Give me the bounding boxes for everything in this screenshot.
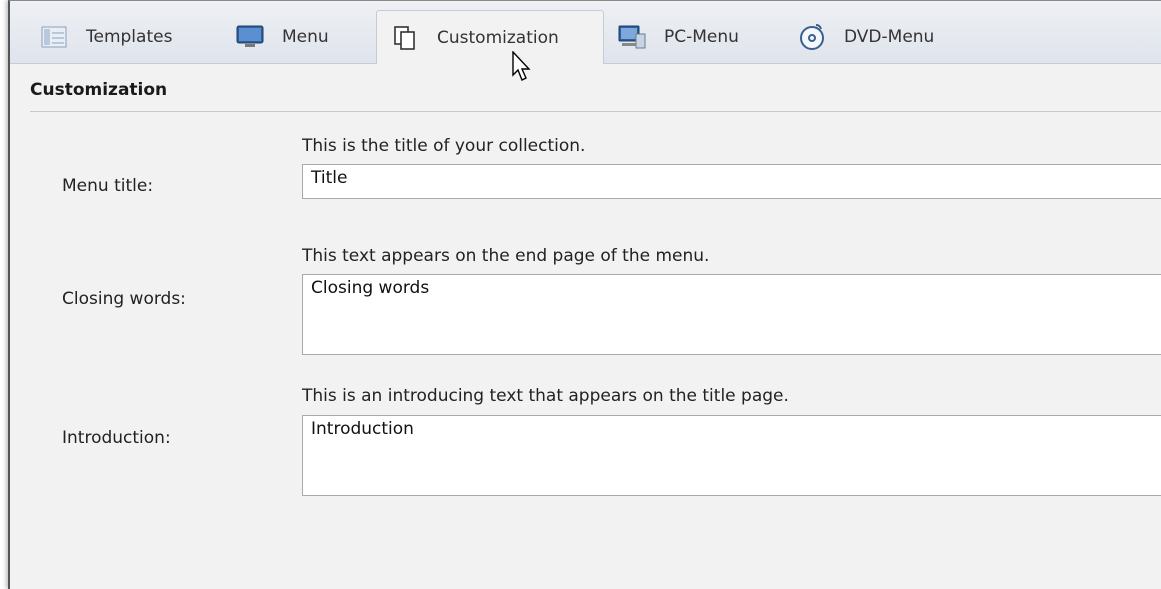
tab-customization[interactable]: Customization xyxy=(376,10,604,64)
menu-title-value: Title xyxy=(311,168,348,188)
tab-templates[interactable]: Templates xyxy=(40,11,172,63)
tab-label: DVD-Menu xyxy=(844,27,935,47)
tab-pc-menu[interactable]: PC-Menu xyxy=(618,11,739,63)
tab-label: Menu xyxy=(282,27,329,47)
menu-title-input[interactable]: Title xyxy=(302,164,1161,199)
menu-title-label: Menu title: xyxy=(62,176,154,196)
pages-icon xyxy=(391,24,419,52)
pc-icon xyxy=(618,23,646,51)
tab-label: PC-Menu xyxy=(664,27,739,47)
templates-icon xyxy=(40,23,68,51)
introduction-value: Introduction xyxy=(311,419,414,439)
closing-words-hint: This text appears on the end page of the… xyxy=(302,246,710,266)
mouse-cursor-icon xyxy=(512,51,531,81)
dvd-icon xyxy=(798,23,826,51)
section-divider xyxy=(30,111,1161,112)
introduction-label: Introduction: xyxy=(62,428,171,448)
closing-words-textarea[interactable]: Closing words xyxy=(302,274,1161,355)
customization-window: Templates Menu Customization PC-Menu DVD… xyxy=(8,0,1161,589)
tab-bar: Templates Menu Customization PC-Menu DVD… xyxy=(10,1,1161,64)
introduction-hint: This is an introducing text that appears… xyxy=(302,386,789,406)
closing-words-label: Closing words: xyxy=(62,289,186,309)
tab-dvd-menu[interactable]: DVD-Menu xyxy=(798,11,934,63)
section-title: Customization xyxy=(30,80,168,100)
tab-label: Customization xyxy=(437,27,559,48)
tab-menu[interactable]: Menu xyxy=(236,11,329,63)
monitor-icon xyxy=(236,23,264,51)
tab-label: Templates xyxy=(86,27,173,47)
closing-words-value: Closing words xyxy=(311,278,430,298)
introduction-textarea[interactable]: Introduction xyxy=(302,415,1161,496)
menu-title-hint: This is the title of your collection. xyxy=(302,136,586,156)
